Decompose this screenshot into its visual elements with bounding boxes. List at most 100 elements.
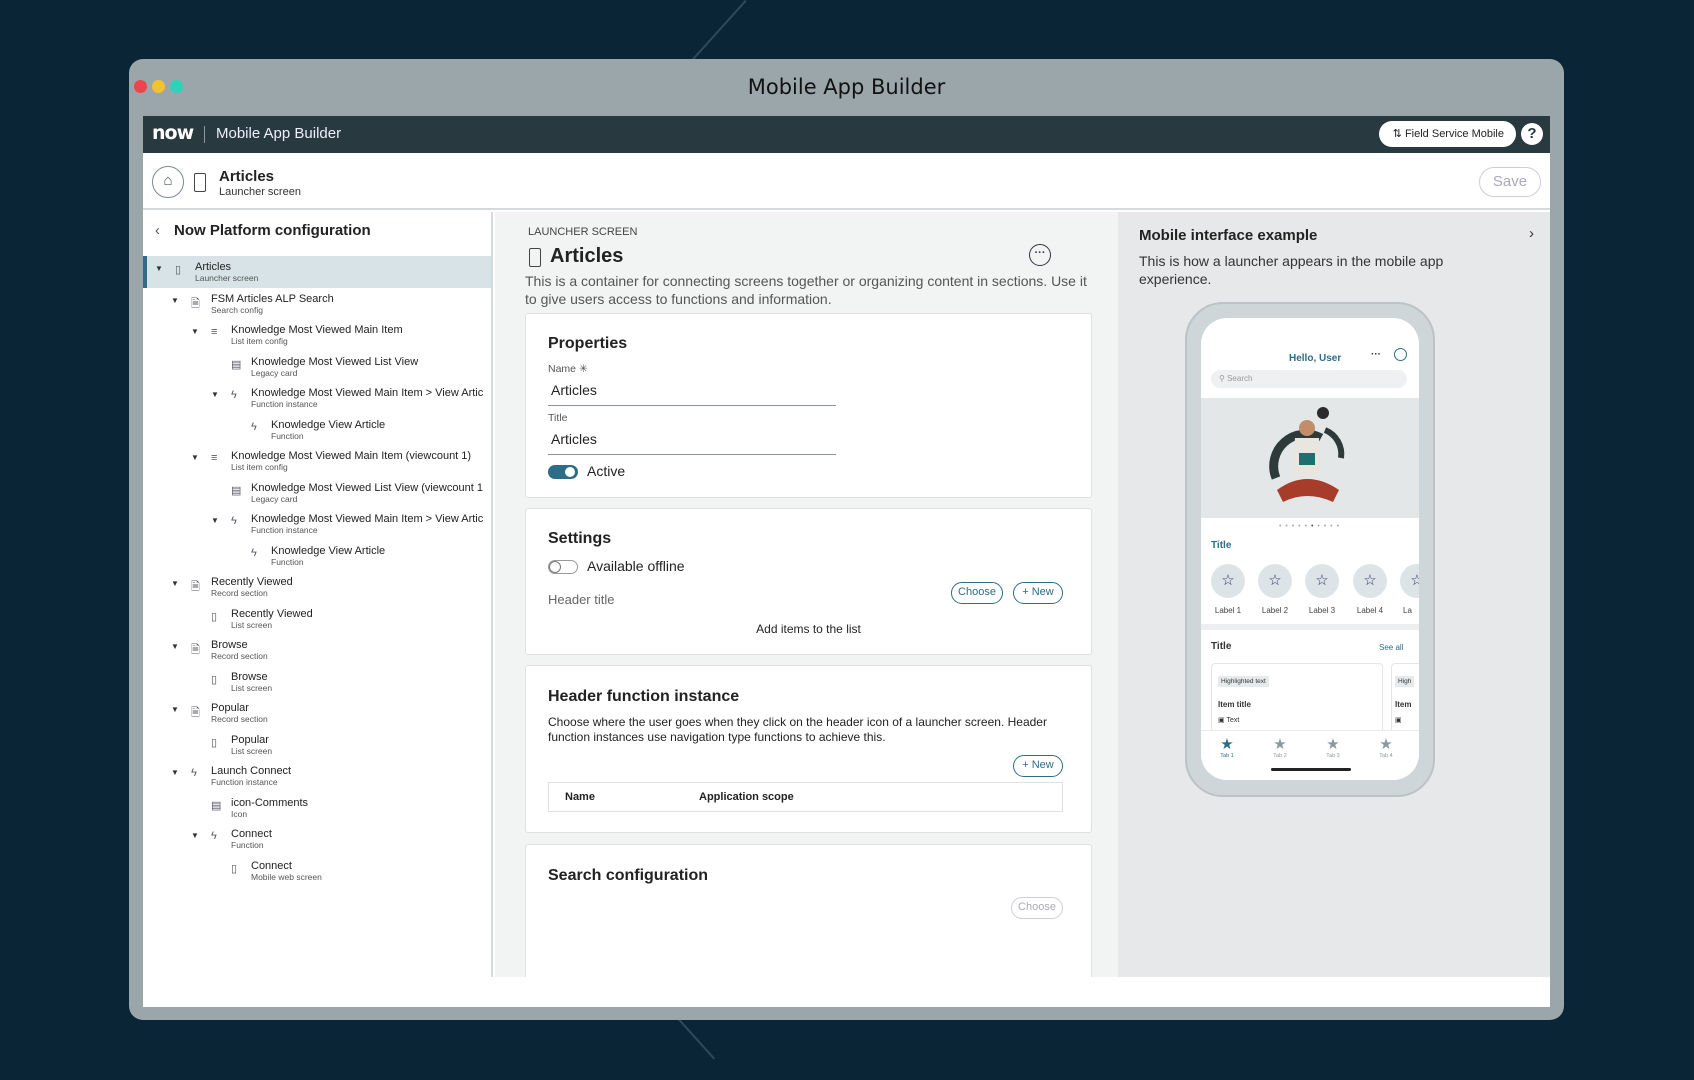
new-button[interactable]: + New: [1013, 582, 1063, 604]
tree-node-type: Mobile web screen: [251, 871, 322, 882]
title-field[interactable]: Articles: [548, 431, 836, 455]
tree-node[interactable]: ϟ Knowledge View Article Function: [143, 540, 491, 572]
tab-1: ★ Tab 1: [1212, 735, 1242, 759]
tree-node[interactable]: ▼ 🗎 Popular Record section: [143, 697, 491, 729]
name-field[interactable]: Articles: [548, 382, 836, 406]
active-toggle[interactable]: [548, 465, 578, 479]
now-logo[interactable]: now: [152, 122, 194, 144]
carousel-dots: • • • • • • • • • •: [1279, 523, 1341, 530]
help-icon[interactable]: ?: [1521, 123, 1543, 145]
column-header-name[interactable]: Name: [565, 791, 595, 803]
phone-icon: [194, 173, 206, 192]
tree-node-label: Popular: [211, 702, 249, 714]
shortcut-label: Label 1: [1214, 606, 1242, 615]
greeting: Hello, User: [1289, 353, 1342, 364]
chevron-down-icon[interactable]: ▼: [191, 831, 199, 840]
chevron-right-icon[interactable]: ›: [1529, 225, 1534, 242]
chevron-down-icon[interactable]: ▼: [191, 453, 199, 462]
tree-node[interactable]: ▼ ▯ Articles Launcher screen: [143, 256, 491, 288]
list-icon: ≡: [211, 452, 218, 464]
tree-node-label: Knowledge Most Viewed List View: [251, 355, 419, 368]
tree-node[interactable]: ▤ Knowledge Most Viewed List View (viewco…: [143, 477, 491, 509]
tree-node[interactable]: ▼ ≡ Knowledge Most Viewed Main Item (viewc…: [143, 445, 491, 477]
tree-node-type: List screen: [231, 745, 273, 756]
screen-title: Articles: [219, 168, 275, 185]
tab-label: Tab 1: [1220, 753, 1234, 759]
chevron-down-icon[interactable]: ▼: [171, 705, 179, 714]
function-icon: ϟ: [251, 546, 257, 559]
tree-node[interactable]: ▼ 🗎 Recently Viewed Record section: [143, 571, 491, 603]
list-card: High Item ▣: [1391, 663, 1419, 733]
tree-node[interactable]: ▼ ϟ Connect Function: [143, 823, 491, 855]
choose-search-button[interactable]: Choose: [1011, 897, 1063, 919]
choose-button[interactable]: Choose: [951, 582, 1003, 604]
tree-node-label: Knowledge Most Viewed List View (viewcou…: [251, 481, 483, 494]
tree-node[interactable]: ▼ ϟ Knowledge Most Viewed Main Item > View…: [143, 508, 491, 540]
card-title: Settings: [548, 530, 612, 547]
window-title: Mobile App Builder: [747, 75, 946, 99]
tree-node[interactable]: ▤ Knowledge Most Viewed List View Legacy c…: [143, 351, 491, 383]
name-label: Name ✳: [548, 363, 588, 375]
new-function-button[interactable]: + New: [1013, 755, 1063, 777]
chevron-left-icon[interactable]: ‹: [155, 222, 160, 239]
shortcut-star-icon: ☆: [1211, 564, 1245, 598]
search-placeholder: Search: [1227, 374, 1253, 383]
tree-node[interactable]: ▼ 🗎 FSM Articles ALP Search Search config: [143, 288, 491, 320]
shortcut-label: Label 2: [1261, 606, 1289, 615]
screen-type: Launcher screen: [219, 186, 301, 198]
tree-node-type: Legacy card: [251, 367, 298, 378]
tree-node-label: FSM Articles ALP Search: [211, 292, 334, 305]
column-header-scope[interactable]: Application scope: [699, 791, 794, 803]
phone-icon: ▯: [211, 673, 218, 686]
function-table-header: Name Application scope: [548, 782, 1063, 812]
chevron-down-icon[interactable]: ▼: [155, 264, 163, 273]
tree-node-type: Icon: [231, 808, 248, 819]
function-icon: ϟ: [231, 389, 237, 401]
tree-node-label: Connect: [231, 828, 272, 840]
empty-list-text: Add items to the list: [756, 622, 861, 636]
logo-divider: [204, 126, 205, 143]
chevron-down-icon[interactable]: ▼: [211, 390, 219, 399]
home-indicator: [1271, 768, 1351, 771]
tree-node[interactable]: ▯ Recently Viewed List screen: [143, 603, 491, 635]
tab-label: Tab 2: [1273, 753, 1287, 759]
section-title: Title: [1211, 641, 1232, 652]
offline-toggle[interactable]: [548, 560, 578, 574]
chevron-down-icon[interactable]: ▼: [171, 579, 179, 588]
offline-label: Available offline: [587, 558, 685, 574]
tree-node-type: Record section: [211, 588, 268, 598]
document-icon: 🗎: [191, 297, 200, 310]
chevron-down-icon[interactable]: ▼: [171, 296, 179, 305]
more-options-icon[interactable]: ···: [1029, 244, 1051, 266]
card-title: Properties: [548, 335, 628, 352]
star-icon: ★: [1273, 736, 1287, 753]
tree-node[interactable]: ▯ Popular List screen: [143, 729, 491, 761]
chevron-down-icon[interactable]: ▼: [171, 642, 179, 651]
home-button[interactable]: ⌂: [152, 166, 184, 198]
tree-node[interactable]: ▼ ϟ Knowledge Most Viewed Main Item > View…: [143, 382, 491, 414]
function-icon: ϟ: [231, 515, 237, 527]
tree-node-label: Knowledge View Article: [271, 418, 386, 431]
save-button[interactable]: Save: [1479, 167, 1541, 197]
star-icon: ★: [1379, 736, 1393, 753]
title-label: Title: [548, 412, 568, 424]
chevron-down-icon[interactable]: ▼: [171, 768, 179, 777]
instance-selector-button[interactable]: ⇅ Field Service Mobile: [1378, 121, 1516, 147]
tab-3: ★ Tab 3: [1318, 735, 1348, 759]
tree-node[interactable]: ▤ icon-Comments Icon: [143, 792, 491, 824]
config-tree: ▼ ▯ Articles Launcher screen ▼ 🗎 FSM Articles …: [143, 256, 491, 887]
tree-node-type: Record section: [211, 714, 268, 724]
chevron-down-icon[interactable]: ▼: [191, 327, 199, 336]
tree-node[interactable]: ▼ ϟ Launch Connect Function instance: [143, 760, 491, 792]
tree-node[interactable]: ▼ 🗎 Browse Record section: [143, 634, 491, 666]
tree-node[interactable]: ▼ ≡ Knowledge Most Viewed Main Item List it…: [143, 319, 491, 351]
header-function-card: Header function instance Choose where th…: [525, 665, 1092, 833]
function-icon: ϟ: [251, 420, 257, 433]
chevron-down-icon[interactable]: ▼: [211, 516, 219, 525]
tree-node[interactable]: ▯ Connect Mobile web screen: [143, 855, 491, 887]
function-icon: ϟ: [211, 830, 217, 842]
tree-node[interactable]: ϟ Knowledge View Article Function: [143, 414, 491, 446]
tree-node[interactable]: ▯ Browse List screen: [143, 666, 491, 698]
card-icon: ▤: [231, 484, 242, 497]
preview-panel: Mobile interface example › This is how a…: [1118, 212, 1550, 977]
